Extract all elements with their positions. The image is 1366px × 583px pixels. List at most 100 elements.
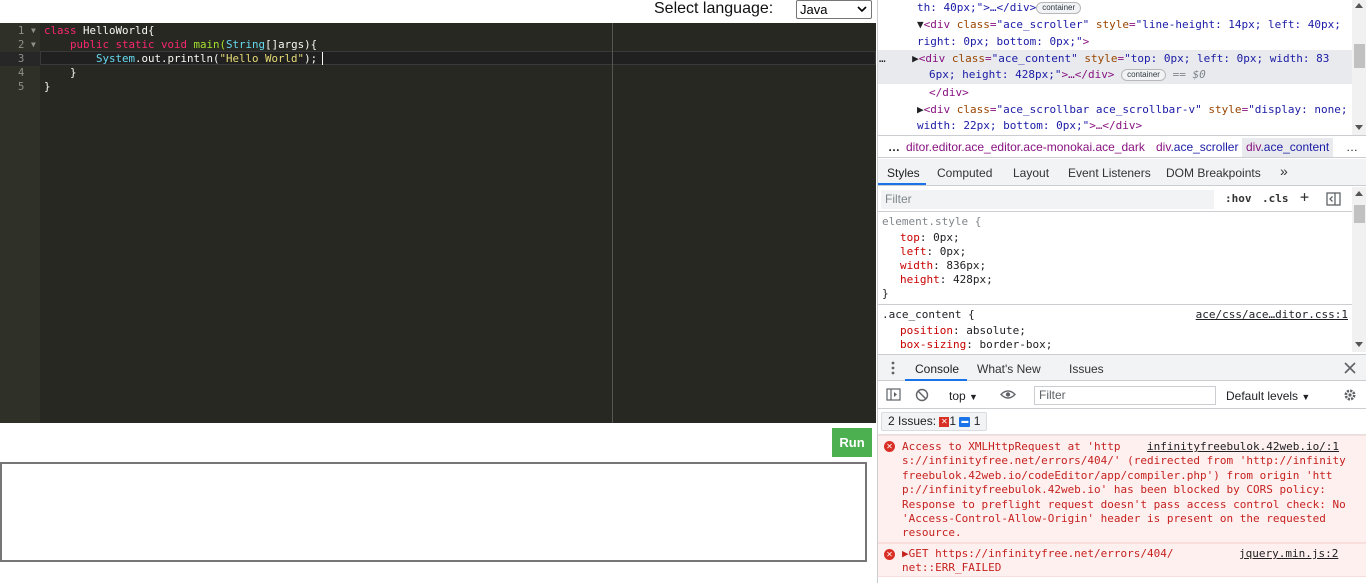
code-line: } [44, 66, 77, 79]
language-label: Select language: [654, 0, 774, 17]
scroll-down-arrow-icon[interactable] [1355, 125, 1363, 130]
print-margin [612, 23, 613, 423]
tab-event-listeners[interactable]: Event Listeners [1068, 166, 1151, 180]
fold-arrow-icon[interactable]: ▼ [31, 38, 36, 52]
dropdown-arrow-icon: ▼ [969, 392, 978, 402]
scroll-down-arrow-icon[interactable] [1355, 342, 1363, 347]
close-drawer-icon[interactable] [1344, 362, 1356, 374]
scroll-up-arrow-icon[interactable] [1355, 3, 1363, 8]
breadcrumb-item-content[interactable]: div.ace_content [1242, 138, 1334, 157]
fold-arrow-icon[interactable]: ▼ [31, 24, 36, 38]
breadcrumb-item-editor[interactable]: ditor.editor.ace_editor.ace-monokai.ace_… [906, 140, 1145, 154]
dom-breadcrumb: … ditor.editor.ace_editor.ace-monokai.ac… [878, 135, 1366, 158]
style-property[interactable]: left: 0px; [900, 245, 966, 259]
dom-node[interactable]: th: 40px;">…</div> container [917, 1, 1082, 15]
message-icon: ▬ [959, 416, 971, 427]
line-number: 3 [0, 52, 40, 66]
elements-tree[interactable]: th: 40px;">…</div> container ▼<div class=… [878, 0, 1366, 135]
dom-node-continuation: width: 22px; bottom: 0px;">…</div> [917, 119, 1143, 132]
hov-toggle[interactable]: :hov [1225, 192, 1252, 205]
clear-console-icon[interactable] [915, 388, 929, 402]
tab-styles[interactable]: Styles [887, 166, 920, 180]
collapse-triangle-icon[interactable]: ▼ [917, 18, 924, 31]
issues-row: 2 Issues: ✕ 1 ▬ 1 [878, 409, 1366, 435]
code-line: public static void main(String[]args){ [70, 38, 318, 51]
dom-node-ace-content[interactable]: … ▶<div class="ace_content" style="top: … [879, 52, 1329, 66]
styles-scrollbar[interactable] [1352, 187, 1366, 352]
styles-rules: element.style { top: 0px; left: 0px; wid… [878, 212, 1352, 352]
editor-content[interactable]: class HelloWorld{ public static void mai… [40, 23, 876, 423]
breadcrumb-item-scroller[interactable]: div.ace_scroller [1156, 140, 1238, 154]
tab-layout[interactable]: Layout [1013, 166, 1049, 180]
breadcrumb-overflow[interactable]: … [888, 140, 900, 154]
text-cursor [322, 52, 323, 65]
expand-triangle-icon[interactable]: ▶ [912, 52, 919, 65]
expand-triangle-icon[interactable]: ▶ [917, 103, 924, 116]
elements-scrollbar[interactable] [1352, 0, 1366, 135]
language-bar: Select language: Java [0, 0, 877, 23]
console-filter-input[interactable]: Filter [1034, 386, 1216, 405]
style-property[interactable]: position: absolute; [900, 324, 1026, 338]
style-property[interactable]: top: 0px; [900, 231, 960, 245]
new-style-rule-button[interactable]: + [1300, 188, 1309, 206]
rule-separator [878, 304, 1352, 305]
issues-counter-button[interactable]: 2 Issues: ✕ 1 ▬ 1 [881, 412, 988, 431]
ace-content-selector[interactable]: .ace_content { [882, 308, 975, 322]
code-line: class HelloWorld{ [44, 24, 155, 37]
editor-gutter: 1 ▼ 2 ▼ 3 4 5 [0, 23, 40, 423]
styles-filter-input[interactable]: Filter [881, 190, 1214, 209]
message-source-link[interactable]: jquery.min.js:2 [1239, 547, 1338, 561]
console-error-message[interactable]: ✕ Access to XMLHttpRequest at 'http infi… [878, 435, 1366, 543]
tab-issues[interactable]: Issues [1069, 362, 1104, 376]
styles-filter-row: Filter :hov .cls + [878, 187, 1366, 212]
line-number: 4 [18, 67, 25, 79]
breadcrumb-overflow-end[interactable]: … [1346, 140, 1358, 154]
console-toolbar: top ▼ Filter Default levels ▼ [878, 381, 1366, 409]
code-editor-app: Select language: Java 1 ▼ 2 ▼ 3 4 5 class … [0, 0, 877, 583]
chevron-down-icon [857, 6, 867, 13]
drawer-menu-icon[interactable] [891, 361, 895, 375]
scroll-up-arrow-icon[interactable] [1355, 191, 1363, 196]
tab-dom-breakpoints[interactable]: DOM Breakpoints [1166, 166, 1261, 180]
dom-node-scrollbar[interactable]: ▶<div class="ace_scrollbar ace_scrollbar… [917, 103, 1348, 117]
tab-console[interactable]: Console [915, 362, 959, 376]
tab-computed[interactable]: Computed [937, 166, 992, 180]
active-tab-indicator [878, 183, 926, 185]
line-number: 1 ▼ [18, 24, 36, 38]
error-circle-icon: ✕ [884, 441, 895, 452]
eye-icon[interactable] [1000, 389, 1016, 400]
code-editor[interactable]: 1 ▼ 2 ▼ 3 4 5 class HelloWorld{ public sta… [0, 23, 876, 423]
rule-close-brace: } [882, 287, 889, 300]
dom-node-ace-scroller[interactable]: ▼<div class="ace_scroller" style="line-h… [917, 18, 1341, 32]
cls-toggle[interactable]: .cls [1262, 192, 1289, 205]
stylesheet-source-link[interactable]: ace/css/ace…ditor.css:1 [1196, 308, 1348, 322]
line-number: 2 ▼ [18, 38, 36, 52]
more-tabs-icon[interactable]: » [1280, 163, 1288, 179]
language-select[interactable]: Java [796, 0, 872, 19]
style-property[interactable]: height: 428px; [900, 273, 993, 287]
container-badge[interactable]: container [1036, 2, 1082, 14]
log-levels-select[interactable]: Default levels ▼ [1226, 389, 1310, 403]
sidebar-toggle-icon[interactable] [886, 388, 901, 401]
toggle-sidebar-icon[interactable] [1326, 192, 1341, 206]
style-property[interactable]: box-sizing: border-box; [900, 338, 1052, 352]
scrollbar-thumb[interactable] [1354, 205, 1365, 223]
tab-whats-new[interactable]: What's New [977, 362, 1041, 376]
dom-node-close[interactable]: </div> [929, 86, 969, 100]
style-property[interactable]: width: 836px; [900, 259, 986, 273]
context-select[interactable]: top ▼ [949, 389, 978, 403]
container-badge[interactable]: container [1121, 69, 1166, 81]
run-button[interactable]: Run [832, 428, 872, 457]
console-error-message[interactable]: ✕ ▶GET https://infinityfree.net/errors/4… [878, 543, 1366, 577]
devtools-panel: th: 40px;">…</div> container ▼<div class=… [877, 0, 1366, 583]
output-textarea[interactable] [0, 462, 867, 562]
dom-node-continuation: 6px; height: 428px;">…</div> container =… [929, 68, 1206, 81]
line-number: 5 [18, 81, 25, 93]
dropdown-arrow-icon: ▼ [1301, 392, 1311, 402]
code-line: System.out.println("Hello World"); [96, 52, 318, 65]
scrollbar-thumb[interactable] [1354, 44, 1365, 68]
element-style-selector[interactable]: element.style { [882, 215, 981, 229]
console-settings-gear-icon[interactable] [1343, 388, 1357, 402]
message-source-link[interactable]: infinityfreebulok.42web.io/:1 [1147, 440, 1339, 454]
error-circle-icon: ✕ [884, 549, 895, 560]
